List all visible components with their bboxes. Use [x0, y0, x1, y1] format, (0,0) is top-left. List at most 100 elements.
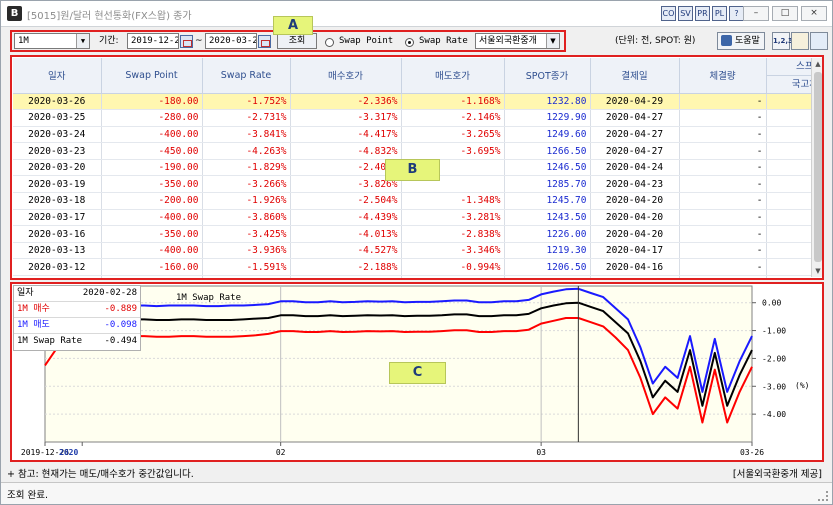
cell-date: 2020-03-11 [13, 275, 102, 278]
cell-swap-rate: -3.841% [202, 126, 291, 144]
cell-swap-rate: -3.860% [202, 209, 291, 227]
cell-settlement: 2020-04-20 [590, 192, 680, 210]
copy-icon[interactable]: CO [661, 6, 676, 21]
col-bid[interactable]: 매수호가 [290, 58, 402, 94]
cell-settlement: 2020-04-20 [590, 225, 680, 243]
status-text: 조회 완료. [7, 490, 48, 501]
maximize-button[interactable]: □ [772, 6, 798, 21]
cell-ask: -3.346% [401, 242, 505, 260]
cell-swap-point: -110.00 [101, 275, 203, 278]
cell-swap-point: -190.00 [101, 159, 203, 177]
cell-settlement: 2020-04-27 [590, 142, 680, 160]
cell-bid: -4.832% [290, 142, 402, 160]
table-row[interactable]: 2020-03-17 -400.00 -3.860% -4.439% -3.281% 12… [13, 209, 822, 227]
table-row[interactable]: 2020-03-11-110.00-1.106%-1.709%-0.502%11… [13, 275, 822, 278]
cell-bid: -4.417% [290, 126, 402, 144]
cell-date: 2020-03-19 [13, 175, 102, 194]
close-button[interactable]: × [801, 6, 827, 21]
table-row[interactable]: 2020-03-26 -180.00 -1.752% -2.336% -1.168% 12… [13, 93, 822, 111]
cell-swap-rate: -1.926% [202, 192, 291, 210]
col-swap-point[interactable]: Swap Point [101, 58, 203, 94]
window-title: [5015]원/달러 현선통화(FX스왑) 종가 [27, 11, 192, 22]
print-icon[interactable]: PR [695, 6, 710, 21]
footer-note: + 참고: 현재가는 매도/매수호가 중간값입니다. [7, 469, 194, 480]
cell-date: 2020-03-25 [13, 109, 102, 127]
table-row[interactable]: 2020-03-16 -350.00 -3.425% -4.013% -2.838% 12… [13, 225, 822, 243]
title-tools: CO SV PR PL ? [661, 6, 744, 22]
save-icon[interactable]: SV [678, 6, 693, 21]
y-tick-label: 0.00 [762, 299, 781, 308]
decimal-button[interactable]: 1,2,3 [772, 32, 793, 50]
help-icon[interactable]: ? [729, 6, 744, 21]
chart-icon[interactable] [810, 32, 828, 50]
chart-title: 1M Swap Rate [176, 293, 242, 303]
table-row[interactable]: 2020-03-24 -400.00 -3.841% -4.417% -3.265% 12… [13, 126, 822, 144]
cell-bid: -4.527% [290, 242, 402, 260]
cell-swap-rate: -1.106% [202, 275, 291, 278]
cell-bid: -2.188% [290, 258, 402, 277]
scroll-down-icon[interactable]: ▼ [812, 265, 822, 277]
book-icon [721, 35, 732, 46]
cell-ask: -2.838% [401, 225, 505, 243]
annotation-b: B [385, 159, 440, 181]
cell-volume: - [679, 159, 767, 177]
col-spot-close[interactable]: SPOT종가 [504, 58, 591, 94]
cell-date: 2020-03-12 [13, 258, 102, 277]
excel-icon[interactable] [791, 32, 809, 50]
cell-swap-rate: -3.936% [202, 242, 291, 260]
table-row[interactable]: 2020-03-18 -200.00 -1.926% -2.504% -1.348% 12… [13, 192, 822, 210]
cell-bid: -4.013% [290, 225, 402, 243]
x-tick-label: 2020 [59, 448, 78, 457]
unit-text: (단위: 전, SPOT: 원) [615, 36, 696, 46]
col-volume[interactable]: 체결량 [679, 58, 767, 94]
cell-swap-point: -400.00 [101, 242, 203, 260]
table-row[interactable]: 2020-03-25 -280.00 -2.731% -3.317% -2.146% 12… [13, 109, 822, 127]
table-row[interactable]: 2020-03-13 -400.00 -3.936% -4.527% -3.346% 12… [13, 242, 822, 260]
cell-bid: -2.504% [290, 192, 402, 210]
col-ask[interactable]: 매도호가 [401, 58, 505, 94]
y-tick-label: -2.00 [762, 354, 786, 363]
cell-date: 2020-03-24 [13, 126, 102, 144]
help-button-label: 도움말 [735, 36, 760, 46]
x-tick-label: 03-26 [740, 448, 764, 457]
cell-settlement: 2020-04-27 [590, 109, 680, 127]
help-button[interactable]: 도움말 [717, 32, 765, 50]
cell-bid: -2.336% [290, 93, 402, 111]
cell-spot: 1193.00 [504, 275, 591, 278]
x-tick-label: 03 [536, 448, 546, 457]
resize-grip-icon[interactable] [818, 491, 828, 501]
pin-icon[interactable]: PL [712, 6, 727, 21]
legend-date-row: 일자 2020-02-28 [14, 286, 140, 302]
table-row[interactable]: 2020-03-23 -450.00 -4.263% -4.832% -3.695% 12… [13, 142, 822, 160]
cell-swap-rate: -1.829% [202, 159, 291, 177]
cell-swap-point: -400.00 [101, 126, 203, 144]
cell-spot: 1226.00 [504, 225, 591, 243]
col-date[interactable]: 일자 [13, 58, 102, 94]
cell-volume: - [679, 126, 767, 144]
cell-date: 2020-03-17 [13, 209, 102, 227]
vertical-scrollbar[interactable]: ▲ ▼ [811, 58, 822, 277]
cell-swap-rate: -1.752% [202, 93, 291, 111]
cell-ask: -1.348% [401, 192, 505, 210]
cell-ask: -0.502% [401, 275, 505, 278]
minimize-button[interactable]: – [743, 6, 769, 21]
legend-value: -0.098 [104, 320, 137, 330]
cell-date: 2020-03-13 [13, 242, 102, 260]
cell-volume: - [679, 93, 767, 111]
cell-swap-rate: -4.263% [202, 142, 291, 160]
crosshair-legend: 일자 2020-02-28 1M 매수 -0.889 1M 매도 -0.098 … [13, 285, 141, 351]
table-header-row: 일자 Swap Point Swap Rate 매수호가 매도호가 SPOT종가… [13, 58, 822, 94]
cell-spot: 1232.80 [504, 93, 591, 111]
col-swap-rate[interactable]: Swap Rate [202, 58, 291, 94]
scroll-thumb[interactable] [814, 72, 822, 262]
cell-bid: -4.439% [290, 209, 402, 227]
cell-settlement: 2020-04-27 [590, 126, 680, 144]
cell-spot: 1245.70 [504, 192, 591, 210]
col-settlement-date[interactable]: 결제일 [590, 58, 680, 94]
cell-spot: 1249.60 [504, 126, 591, 144]
legend-label: 1M 매수 [17, 304, 50, 314]
scroll-up-icon[interactable]: ▲ [812, 58, 822, 70]
table-row[interactable]: 2020-03-12 -160.00 -1.591% -2.188% -0.994% 12… [13, 258, 822, 277]
y-axis-label: (%) [795, 381, 809, 390]
cell-settlement: 2020-04-23 [590, 175, 680, 194]
